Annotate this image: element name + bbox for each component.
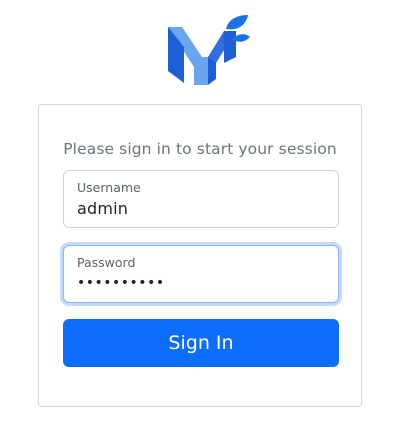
username-field[interactable]: Username admin <box>63 170 339 228</box>
brand-logo-icon <box>168 15 250 85</box>
password-field[interactable]: Password •••••••••• <box>63 245 339 303</box>
login-prompt: Please sign in to start your session <box>63 140 337 158</box>
username-label: Username <box>77 180 141 195</box>
username-input[interactable]: admin <box>77 199 128 218</box>
login-page: Please sign in to start your session Use… <box>0 0 402 428</box>
sign-in-button[interactable]: Sign In <box>63 319 339 367</box>
password-input[interactable]: •••••••••• <box>77 275 165 291</box>
password-label: Password <box>77 255 136 270</box>
login-card: Please sign in to start your session Use… <box>38 104 362 407</box>
